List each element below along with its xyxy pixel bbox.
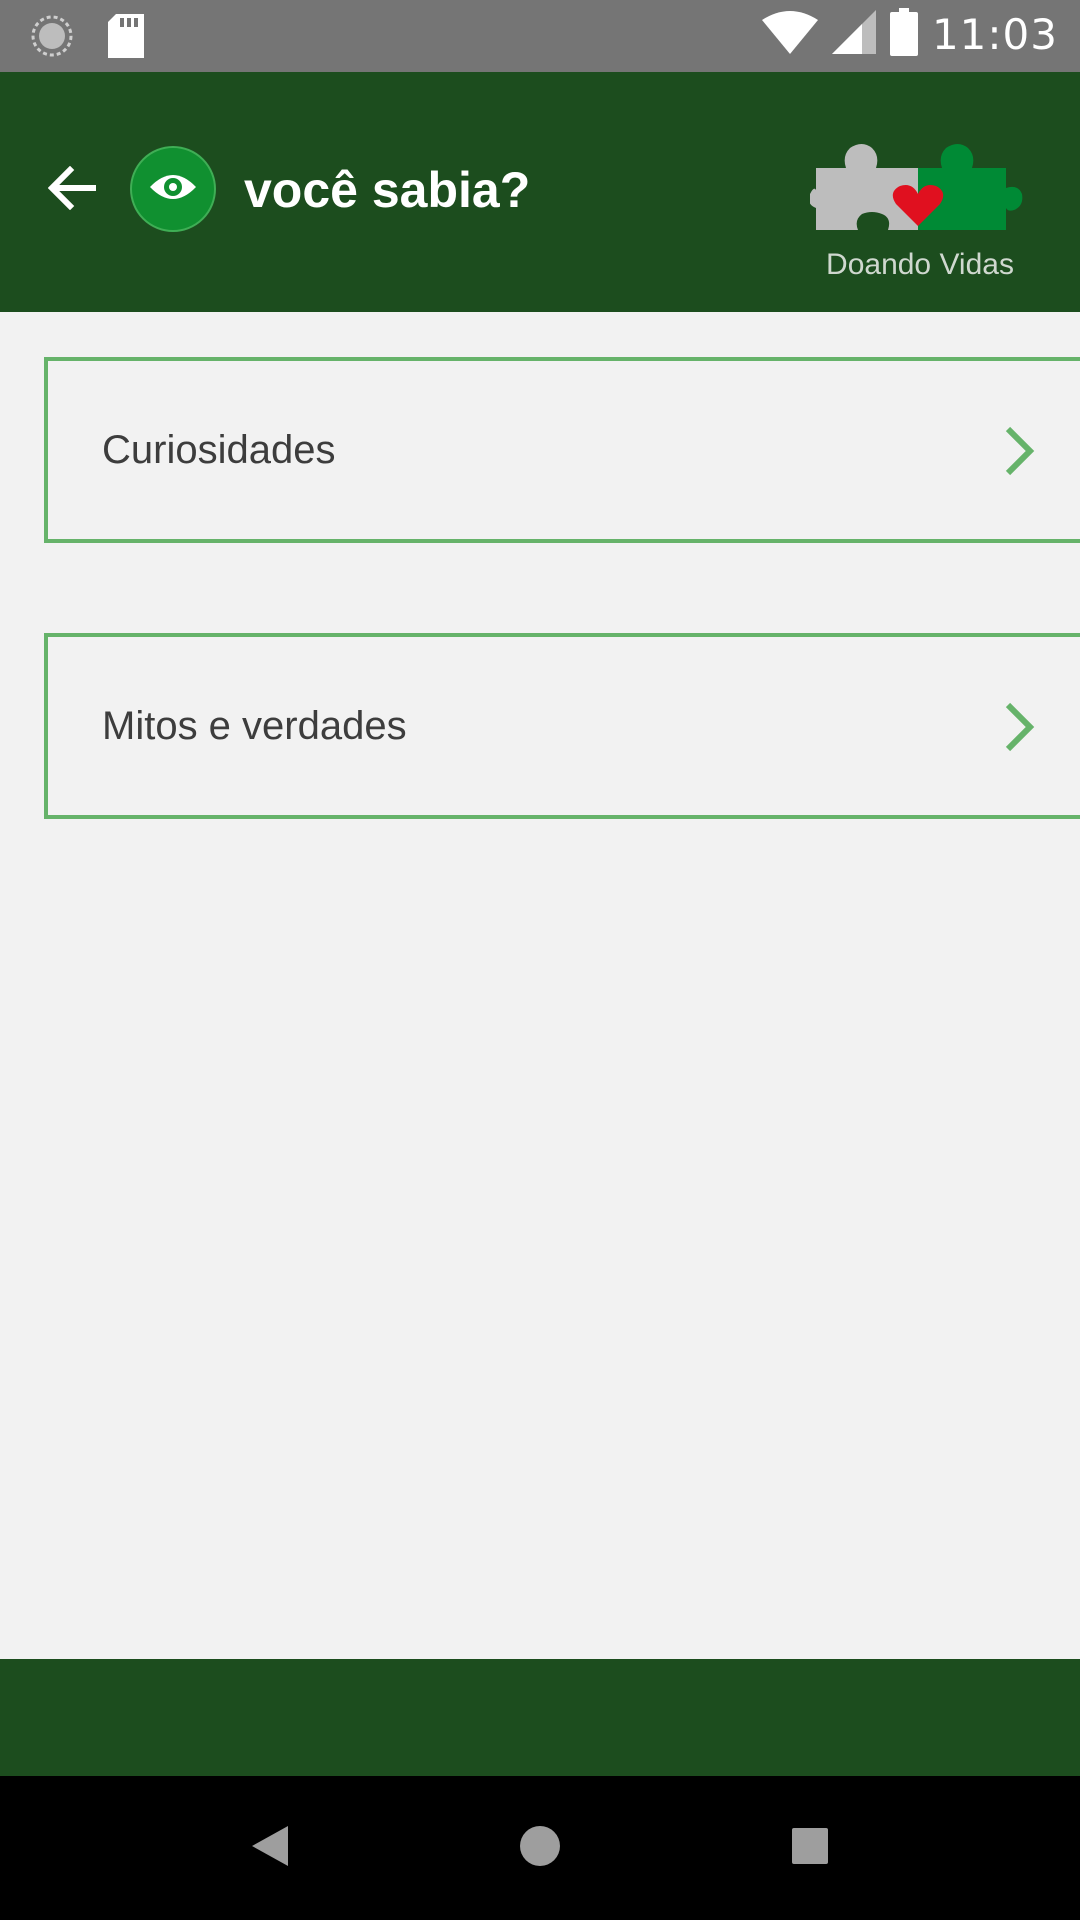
eye-badge (130, 146, 216, 232)
sync-icon (30, 14, 74, 63)
menu-item-curiosidades[interactable]: Curiosidades (44, 357, 1080, 543)
nav-back-button[interactable] (238, 1816, 302, 1880)
arrow-back-icon (47, 165, 97, 215)
chevron-right-icon (1000, 423, 1040, 479)
menu-item-mitos-e-verdades[interactable]: Mitos e verdades (44, 633, 1080, 819)
doando-vidas-logo: Doando Vidas (808, 134, 1030, 284)
status-bar: 11:03 (0, 0, 1080, 72)
signal-icon (831, 10, 876, 59)
chevron-right-icon (1000, 699, 1040, 755)
menu-item-label: Curiosidades (102, 427, 336, 472)
back-triangle-icon (250, 1824, 290, 1873)
back-button[interactable] (40, 158, 104, 222)
recents-square-icon (791, 1827, 829, 1870)
page-title: você sabia? (244, 162, 531, 218)
battery-icon (889, 8, 918, 61)
status-time: 11:03 (931, 10, 1058, 59)
logo-text: Doando Vidas (826, 248, 1014, 281)
bottom-bar (0, 1659, 1080, 1776)
sd-card-icon (108, 14, 144, 63)
wifi-icon (761, 10, 818, 59)
nav-home-button[interactable] (508, 1816, 572, 1880)
home-circle-icon (519, 1825, 561, 1872)
system-nav-bar (0, 1776, 1080, 1920)
nav-recents-button[interactable] (778, 1816, 842, 1880)
eye-icon (148, 171, 198, 208)
app-bar: você sabia? Doando Vidas (0, 72, 1080, 312)
menu-item-label: Mitos e verdades (102, 703, 407, 748)
